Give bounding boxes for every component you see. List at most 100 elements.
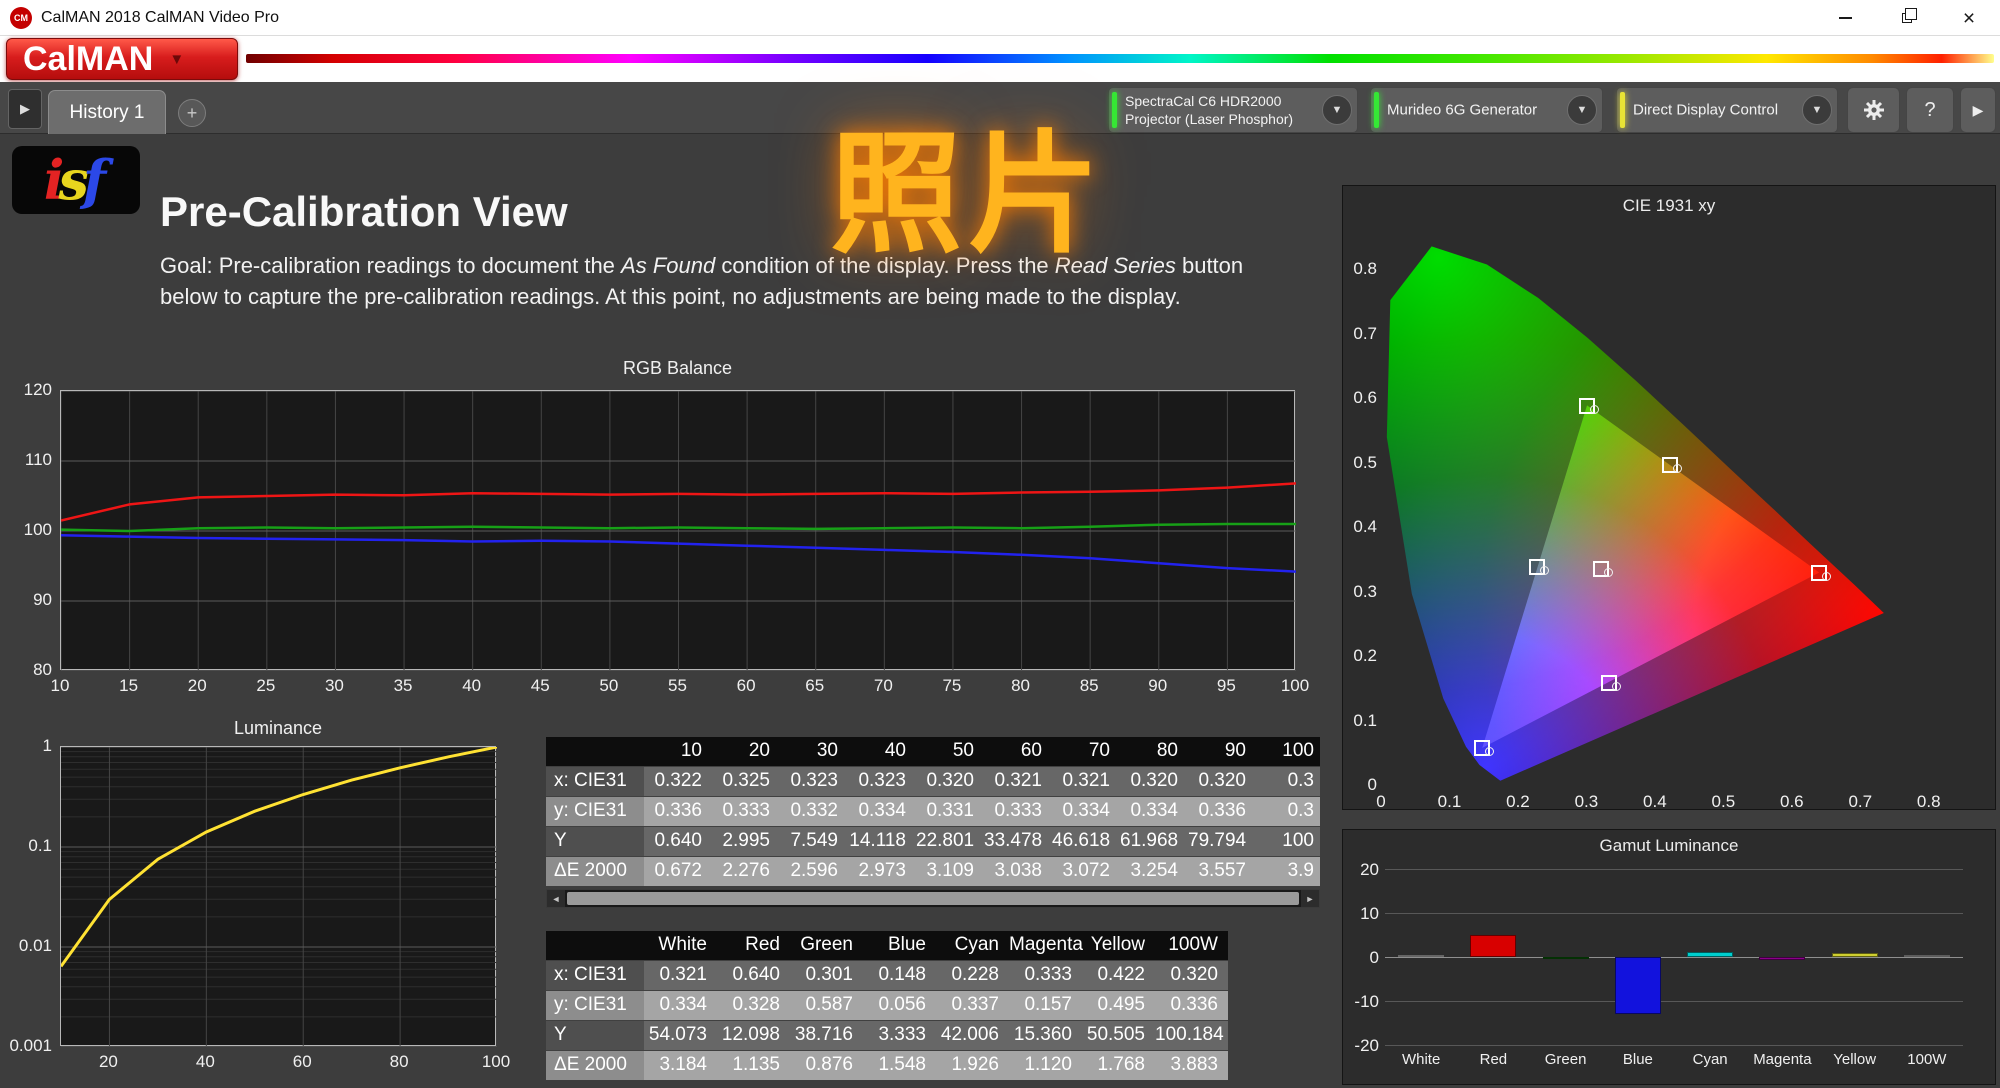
column-header: 100W	[1155, 931, 1228, 960]
row-label: Y	[546, 825, 644, 856]
column-header: 100	[1256, 737, 1320, 766]
table-cell: 0.336	[1155, 989, 1228, 1020]
table-cell: 0.323	[780, 765, 848, 796]
y-axis-tick-label: 0.1	[28, 836, 52, 855]
minimize-button[interactable]	[1814, 0, 1876, 36]
plus-icon: +	[186, 102, 198, 123]
row-label: x: CIE31	[546, 765, 644, 796]
calman-window: CM CalMAN 2018 CalMAN Video Pro × CalMAN…	[0, 0, 2000, 1088]
display-dropdown-button[interactable]: ▼	[1802, 95, 1832, 125]
table-cell: 0.157	[1009, 989, 1082, 1020]
category-label: Blue	[1622, 1051, 1653, 1068]
isf-letter-i: i	[43, 148, 64, 212]
generator-status-indicator	[1374, 92, 1379, 128]
cie-1931-plot	[1381, 236, 1963, 784]
table-cell: 1.135	[717, 1049, 790, 1080]
x-axis-tick-label: 30	[324, 676, 344, 695]
collapse-panel-button[interactable]: ▶	[1960, 87, 1996, 133]
close-button[interactable]: ×	[1938, 0, 2000, 36]
table-cell: 3.072	[1052, 855, 1120, 886]
column-header: 40	[848, 737, 916, 766]
add-tab-button[interactable]: +	[178, 99, 206, 127]
scroll-right-button[interactable]: ►	[1301, 890, 1319, 907]
calman-logo-text: CalMAN	[23, 39, 154, 78]
tab-scroll-button[interactable]: ▶	[8, 89, 42, 129]
column-header: 30	[780, 737, 848, 766]
table-row: Y 0.640 2.995 7.549 14.118 22.801 33.478 46.618…	[546, 825, 1320, 856]
column-header: Blue	[863, 931, 936, 960]
table-cell: 3.109	[916, 855, 984, 886]
chevron-down-icon: ▼	[1576, 104, 1588, 116]
table-cell: 3.883	[1155, 1049, 1228, 1080]
x-axis-tick-label: 80	[1011, 676, 1030, 695]
table-cell: 33.478	[984, 825, 1052, 856]
grayscale-measurement-table: 10 20 30 40 50 60 70 80 90 100 x: CIE31 0.322 0.325 0…	[546, 737, 1320, 886]
table-cell: 0.334	[1120, 795, 1188, 826]
category-label: Green	[1544, 1051, 1587, 1068]
table-cell: 46.618	[1052, 825, 1120, 856]
x-axis-tick-label: 0.8	[1916, 792, 1941, 811]
luminance-plot	[59, 745, 498, 1048]
table-cell: 0.325	[712, 765, 780, 796]
bar-red	[1470, 935, 1517, 957]
generator-dropdown-button[interactable]: ▼	[1567, 95, 1597, 125]
meter-dropdown[interactable]: SpectraCal C6 HDR2000 Projector (Laser P…	[1108, 87, 1358, 133]
table-cell: 1.926	[936, 1049, 1009, 1080]
x-axis-tick-label: 0.7	[1848, 792, 1873, 811]
table-header-row: 10 20 30 40 50 60 70 80 90 100	[546, 737, 1320, 766]
table-cell: 0.148	[863, 959, 936, 990]
scroll-left-button[interactable]: ◄	[547, 890, 565, 907]
scroll-thumb[interactable]	[567, 892, 1299, 905]
luminance-chart: Luminance 1 0.1 0.01 0.001 20 40 60 80 100	[8, 718, 518, 1078]
help-icon: ?	[1924, 98, 1936, 121]
category-label: Cyan	[1692, 1051, 1728, 1068]
gamut-measurement-table: White Red Green Blue Cyan Magenta Yellow 100W x:…	[546, 931, 1228, 1080]
table-cell: 0.587	[790, 989, 863, 1020]
meter-dropdown-button[interactable]: ▼	[1322, 95, 1352, 125]
table-cell: 0.640	[717, 959, 790, 990]
display-control-name: Direct Display Control	[1633, 101, 1779, 119]
restore-button[interactable]	[1876, 0, 1938, 36]
meter-name: SpectraCal C6 HDR2000 Projector (Laser P…	[1125, 92, 1294, 127]
table-cell: 0.320	[1155, 959, 1228, 990]
table-cell: 100.184	[1155, 1019, 1228, 1050]
y-axis-tick-label: 80	[33, 660, 52, 679]
calman-menu-button[interactable]: CalMAN ▼	[6, 38, 238, 80]
y-axis-tick-label: 120	[23, 380, 52, 399]
tab-history-1[interactable]: History 1	[48, 90, 166, 134]
table-row: y: CIE31 0.336 0.333 0.332 0.334 0.331 0.333 0.…	[546, 795, 1320, 826]
table-row: ΔE 2000 0.672 2.276 2.596 2.973 3.109 3.038 3.0…	[546, 855, 1320, 886]
table-cell: 15.360	[1009, 1019, 1082, 1050]
category-label: White	[1401, 1051, 1441, 1068]
window-controls: ×	[1814, 0, 2000, 36]
column-header: 60	[984, 737, 1052, 766]
gridline	[1385, 869, 1963, 870]
titlebar: CM CalMAN 2018 CalMAN Video Pro ×	[0, 0, 2000, 36]
table-row: Y 54.073 12.098 38.716 3.333 42.006 15.360 50.5…	[546, 1019, 1228, 1050]
table-scrollbar[interactable]: ◄ ►	[546, 889, 1320, 908]
table-cell: 0.333	[984, 795, 1052, 826]
app-icon: CM	[10, 6, 32, 29]
display-control-dropdown[interactable]: Direct Display Control ▼	[1616, 87, 1838, 133]
y-axis-tick-label: 0.01	[18, 936, 52, 955]
settings-button[interactable]	[1847, 87, 1900, 133]
generator-dropdown[interactable]: Murideo 6G Generator ▼	[1370, 87, 1603, 133]
table-cell: 0.876	[790, 1049, 863, 1080]
table-cell: 0.321	[984, 765, 1052, 796]
y-axis-tick-label: 0.2	[1353, 646, 1377, 666]
table-cell: 0.336	[644, 795, 712, 826]
table-cell: 0.320	[1188, 765, 1256, 796]
isf-letter-f: f	[82, 148, 106, 212]
y-axis-tick-label: 0	[1367, 775, 1377, 794]
help-button[interactable]: ?	[1906, 87, 1954, 133]
measurement-point-red	[1822, 571, 1832, 581]
x-axis-tick-label: 70	[873, 676, 893, 695]
y-axis-tick-label: 90	[33, 590, 52, 609]
column-header: 20	[712, 737, 780, 766]
tab-label: History 1	[69, 101, 145, 123]
y-axis-tick-label: 0.5	[1353, 452, 1377, 472]
column-header: 10	[644, 737, 712, 766]
chart-title: Luminance	[233, 718, 323, 738]
table-cell: 54.073	[644, 1019, 717, 1050]
x-axis-tick-label: 20	[98, 1052, 118, 1071]
